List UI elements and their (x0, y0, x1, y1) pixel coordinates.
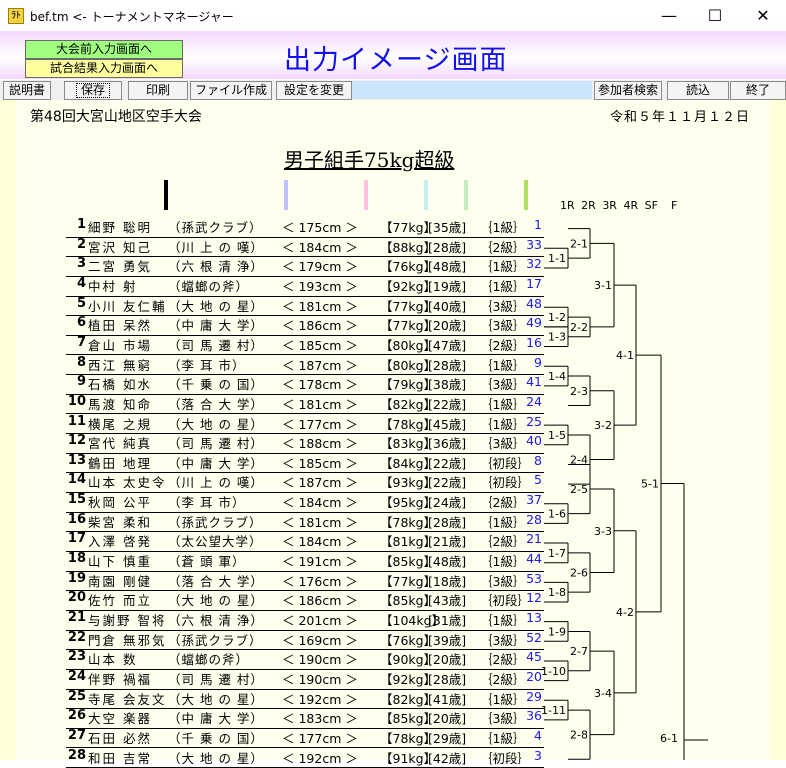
close-button[interactable]: ✕ (740, 0, 786, 31)
match-label: 1-6 (548, 508, 566, 521)
screen-header: 大会前入力画面へ 試合結果入力画面へ 出力イメージ画面 (0, 31, 786, 79)
match-results-input-button[interactable]: 試合結果入力画面へ (25, 59, 183, 78)
match-label: 1-3 (548, 331, 566, 344)
exit-button[interactable]: 終了 (730, 81, 786, 100)
match-label: 2-6 (570, 567, 588, 580)
window-title: bef.tm <- トーナメントマネージャー (30, 10, 234, 24)
match-label: 2-1 (570, 237, 588, 250)
match-label: 5-1 (641, 477, 659, 490)
change-settings-button[interactable]: 設定を変更 (276, 81, 352, 100)
match-label: 2-2 (570, 321, 588, 334)
match-label: 3-4 (594, 687, 612, 700)
match-label: 2-8 (570, 729, 588, 742)
match-label: 1-1 (548, 252, 566, 265)
match-label: 2-5 (570, 483, 588, 496)
save-button-label: 保存 (75, 83, 110, 98)
tournament-bracket: 1-1 1-2 1-3 1-4 1-5 1-6 1-7 1-8 1-9 1-10 1-11 2-1 2-… (541, 228, 708, 760)
match-label: 4-2 (616, 606, 634, 619)
match-label: 6-1 (660, 732, 678, 745)
toolbar-spacer (352, 81, 592, 99)
match-label: 4-1 (616, 349, 634, 362)
match-label: 1-2 (548, 311, 566, 324)
print-button[interactable]: 印刷 (128, 81, 188, 100)
match-label: 3-3 (594, 525, 612, 538)
match-label: 1-8 (548, 586, 566, 599)
match-label: 2-3 (570, 385, 588, 398)
load-button[interactable]: 読込 (667, 81, 729, 100)
minimize-button[interactable]: — (646, 0, 692, 31)
match-label: 1-5 (548, 429, 566, 442)
output-preview-area[interactable]: 第48回大宮山地区空手大会 令和５年１１月１２日 男子組手75kg超級 1R 2… (0, 100, 786, 768)
match-label: 3-1 (594, 279, 612, 292)
maximize-button[interactable]: ☐ (692, 0, 738, 31)
match-label: 1-11 (541, 704, 566, 717)
match-label: 2-7 (570, 645, 588, 658)
match-label: 1-7 (548, 547, 566, 560)
before-tournament-input-button[interactable]: 大会前入力画面へ (25, 40, 183, 59)
participant-search-button[interactable]: 参加者検索 (594, 81, 662, 100)
match-label: 1-10 (541, 665, 566, 678)
match-label: 3-2 (594, 419, 612, 432)
manual-button[interactable]: 説明書 (3, 81, 51, 100)
toolbar: 説明書 保存 印刷 ファイル作成 設定を変更 参加者検索 読込 終了 (0, 80, 786, 100)
app-icon: ﾗﾄ (8, 8, 24, 24)
output-sheet: 第48回大宮山地区空手大会 令和５年１１月１２日 男子組手75kg超級 1R 2… (16, 100, 770, 768)
save-button[interactable]: 保存 (64, 81, 122, 100)
window-titlebar: ﾗﾄ bef.tm <- トーナメントマネージャー — ☐ ✕ (0, 0, 786, 31)
make-file-button[interactable]: ファイル作成 (190, 81, 272, 100)
page-title: 出力イメージ画面 (284, 45, 508, 76)
match-label: 1-4 (548, 370, 566, 383)
match-label: 1-9 (548, 625, 566, 638)
